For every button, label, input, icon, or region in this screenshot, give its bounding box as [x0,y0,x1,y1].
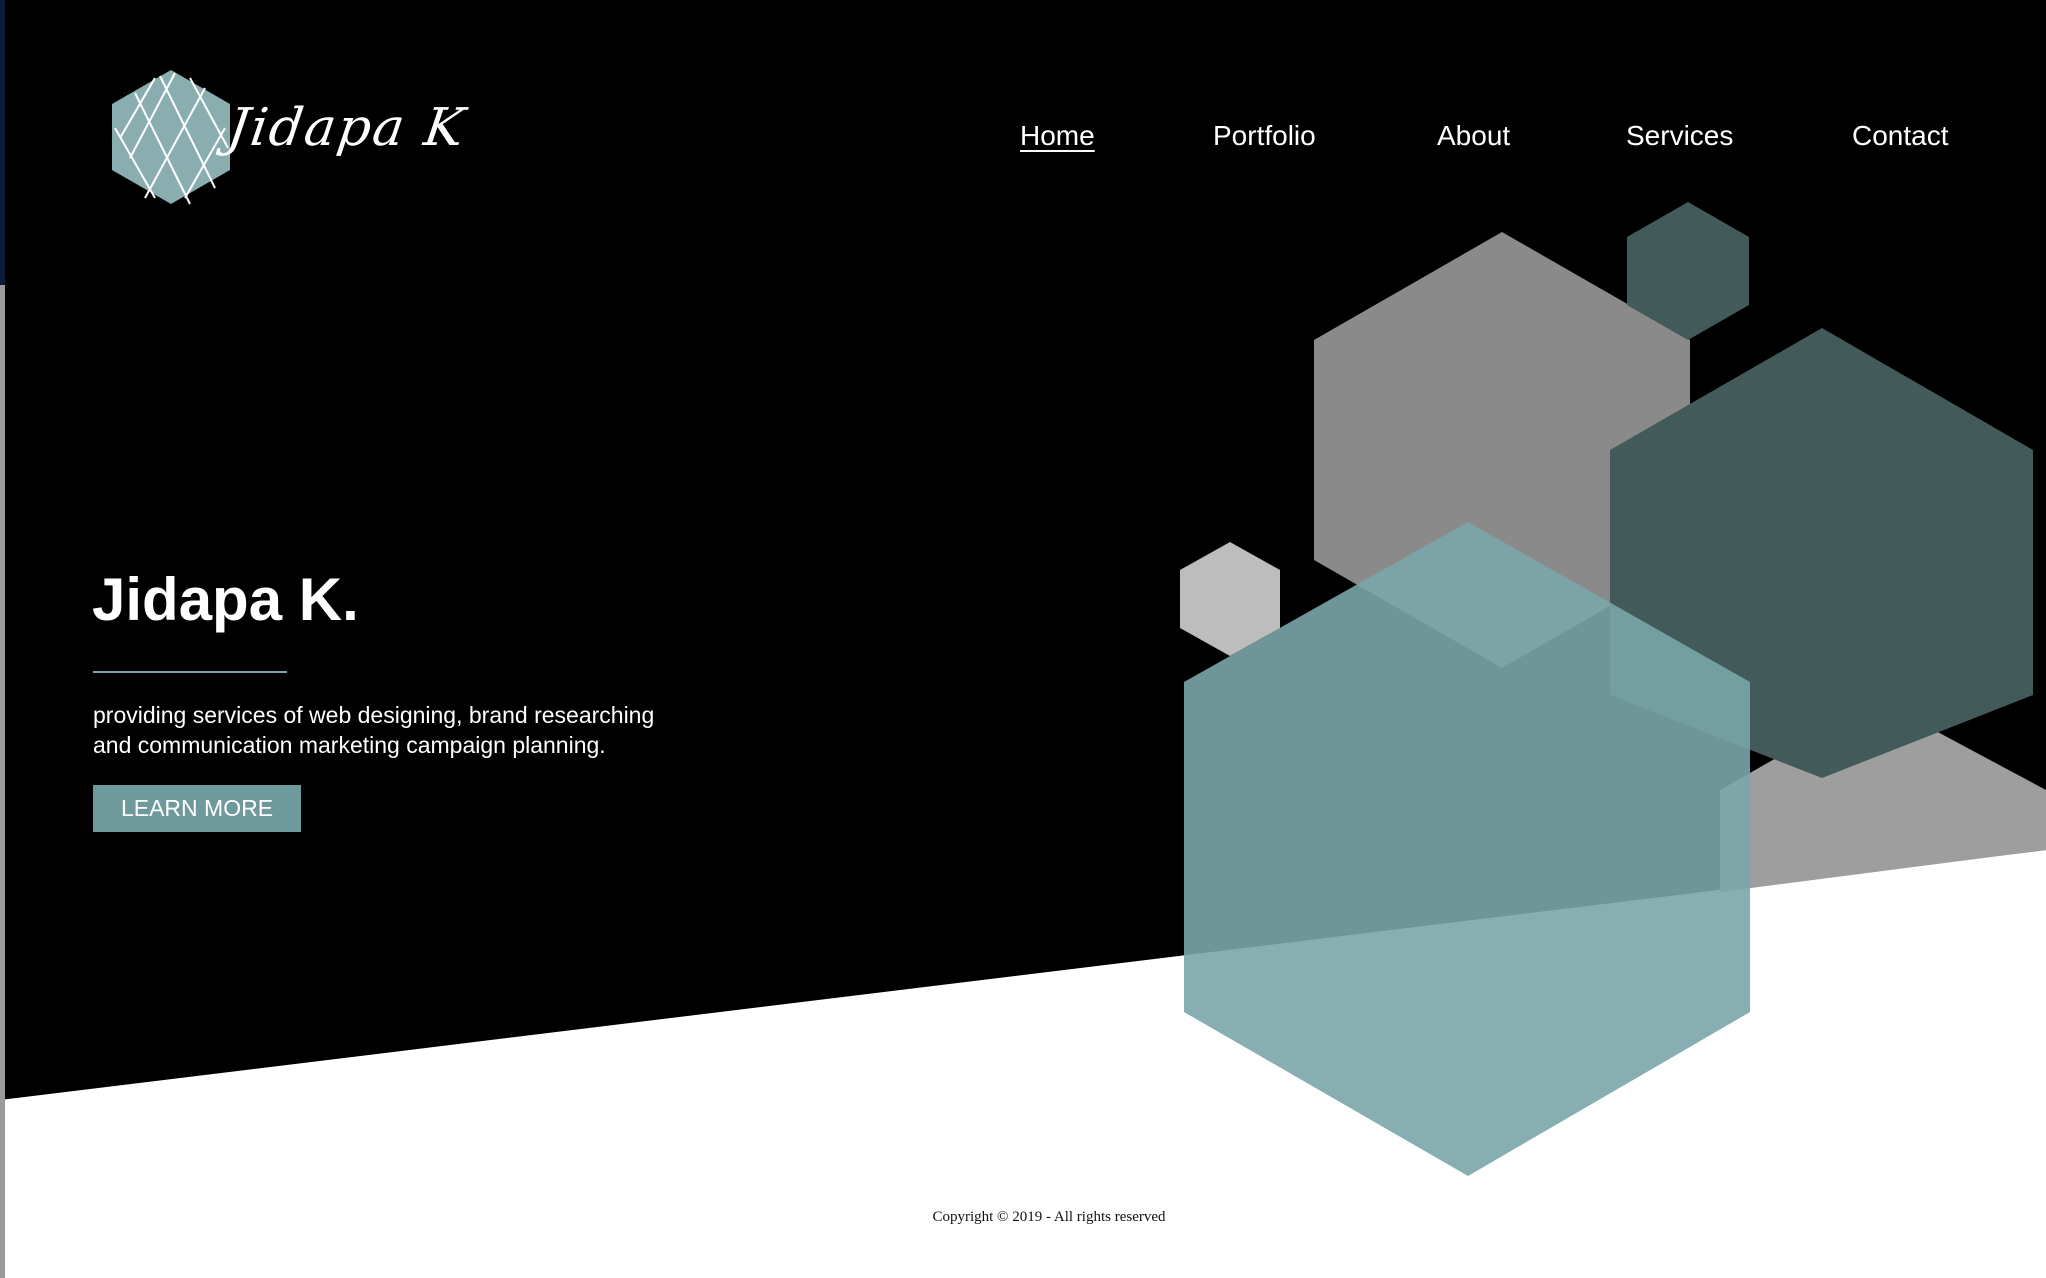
landing-page: Jidapa K Home Portfolio About Services C… [0,0,2046,1278]
hero-subtitle-line-2: and communication marketing campaign pla… [93,732,606,758]
hero-divider [93,671,287,673]
hero-subtitle-line-1: providing services of web designing, bra… [93,702,655,728]
nav-item-home[interactable]: Home [1020,120,1095,152]
main-nav: Home Portfolio About Services Contact [0,120,2046,160]
hero-subtitle: providing services of web designing, bra… [93,700,713,760]
hero-title: Jidapa K. [92,566,359,633]
nav-item-about[interactable]: About [1437,120,1510,152]
nav-item-services[interactable]: Services [1626,120,1733,152]
copyright-text: Copyright © 2019 - All rights reserved [932,1209,1166,1225]
nav-item-portfolio[interactable]: Portfolio [1213,120,1316,152]
nav-item-contact[interactable]: Contact [1852,120,1949,152]
learn-more-button[interactable]: LEARN MORE [93,785,301,832]
